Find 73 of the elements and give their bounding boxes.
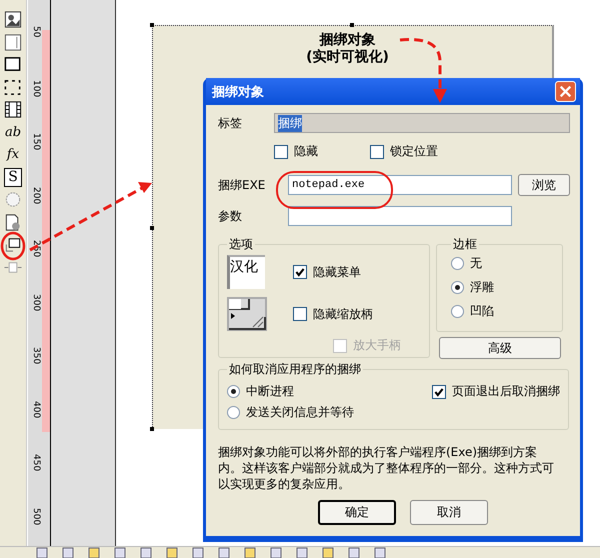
ruler-label: 100: [31, 80, 41, 97]
field-label: 标签: [218, 114, 243, 132]
toolbar-icon[interactable]: [192, 547, 206, 558]
toolbar-icon[interactable]: [218, 547, 232, 558]
ok-button[interactable]: 确定: [318, 500, 396, 525]
toolbar-icon[interactable]: [322, 547, 336, 558]
toolbar-icon[interactable]: [140, 547, 154, 558]
group-title: 边框: [452, 236, 478, 253]
resize-handle[interactable]: [350, 23, 354, 27]
toolbar-icon[interactable]: [36, 547, 50, 558]
image-icon[interactable]: [3, 10, 23, 29]
selection-icon[interactable]: [3, 78, 23, 96]
toolbar-icon[interactable]: [348, 547, 362, 558]
exe-path-field[interactable]: notepad.exe: [288, 175, 512, 195]
resize-handle[interactable]: [150, 23, 154, 27]
toolbar-icon[interactable]: [270, 547, 284, 558]
toolbar-icon[interactable]: [244, 547, 258, 558]
field-label: 参数: [218, 208, 243, 224]
checkbox-box[interactable]: [293, 265, 307, 279]
text-tool-icon[interactable]: ab: [3, 122, 23, 142]
toolbar-icon[interactable]: [88, 547, 102, 558]
window-title: 捆绑对象: [212, 84, 264, 100]
text-tool-icon[interactable]: fx: [3, 145, 23, 164]
ruler-label: 500: [31, 508, 41, 525]
checkbox[interactable]: 锁定位置: [370, 143, 438, 160]
advanced-button[interactable]: 高级: [439, 337, 561, 359]
checkbox-box[interactable]: [293, 307, 307, 321]
radio-button[interactable]: 浮雕: [451, 279, 554, 296]
menu-preview: 汉化: [227, 255, 265, 289]
checkbox-box[interactable]: [370, 144, 384, 158]
group-title: 如何取消应用程序的捆绑: [228, 361, 362, 378]
checkbox[interactable]: 页面退出后取消捆绑: [432, 383, 560, 400]
resize-handle[interactable]: [150, 427, 154, 431]
checkbox[interactable]: 隐藏菜单: [293, 264, 421, 280]
checkbox[interactable]: 隐藏: [274, 143, 318, 160]
ruler-label: 400: [31, 400, 41, 418]
ruler-label: 300: [31, 294, 41, 311]
toolbar-icon[interactable]: [62, 547, 76, 558]
radio-button[interactable]: 无: [451, 255, 554, 272]
object-subtitle: (实时可视化): [306, 49, 389, 66]
toolbar-icon[interactable]: [114, 547, 128, 558]
checkbox-box[interactable]: [432, 384, 446, 398]
annotation-arrow: [400, 38, 447, 103]
resize-handle[interactable]: [150, 226, 154, 230]
radio-button[interactable]: 发送关闭信息并等待: [227, 404, 354, 421]
object-title: 捆绑对象: [320, 32, 376, 48]
browse-button[interactable]: 浏览: [518, 174, 570, 196]
parameters-field[interactable]: [288, 206, 512, 226]
ruler-label: 350: [31, 347, 41, 364]
ruler-label: 200: [31, 186, 41, 204]
list-icon[interactable]: [3, 32, 23, 52]
ruler-label: 150: [31, 133, 41, 150]
toolbar-icon[interactable]: [374, 547, 388, 558]
checkbox-box[interactable]: [274, 144, 288, 158]
description-text: 捆绑对象功能可以将外部的执行客户端程序(Exe)捆绑到方案内。这样该客户端部分就成为了整体程序的一部分。这种方式可以实现更多的复杂应用。: [218, 444, 555, 492]
resize-grip-preview-icon: [227, 297, 267, 331]
rectangle-icon[interactable]: [3, 55, 23, 74]
text-tool-icon[interactable]: S: [4, 168, 22, 186]
checkbox-label: 隐藏: [294, 143, 318, 160]
ruler-label: 50: [31, 26, 41, 38]
radio-button[interactable]: 中断进程: [227, 383, 354, 400]
checkbox[interactable]: 隐藏缩放柄: [293, 306, 421, 322]
cancel-button[interactable]: 取消: [410, 500, 488, 525]
checkbox-label: 锁定位置: [390, 143, 438, 160]
close-icon[interactable]: [555, 81, 576, 102]
ruler-label: 250: [31, 240, 41, 258]
radio-button[interactable]: 凹陷: [451, 303, 554, 320]
field-label: 捆绑EXE: [218, 176, 266, 194]
group-title: 选项: [228, 236, 254, 253]
toolbar-icon[interactable]: [296, 547, 310, 558]
ruler-label: 450: [31, 454, 41, 472]
film-icon[interactable]: [3, 100, 23, 119]
toolbar-icon[interactable]: [166, 547, 180, 558]
